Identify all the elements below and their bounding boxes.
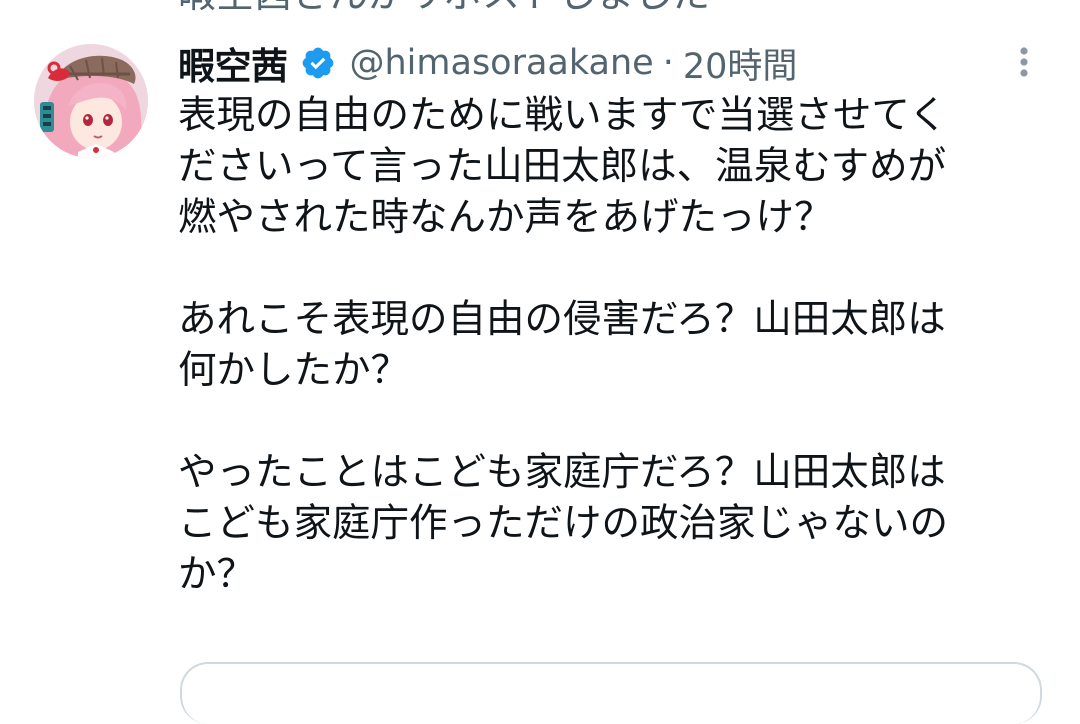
repost-banner[interactable]: 暇空茜さんがリポストしました bbox=[178, 0, 710, 14]
tweet-text-line: か？ bbox=[178, 552, 256, 597]
tweet-text-line: あれこそ表現の自由の侵害だろ？山田太郎は bbox=[178, 297, 946, 342]
avatar-image bbox=[34, 44, 148, 158]
tweet-text-line: 燃やされた時なんか声をあげたっけ？ bbox=[178, 195, 833, 240]
tweet-text-blank-line bbox=[178, 396, 1038, 447]
display-name[interactable]: 暇空茜 bbox=[178, 36, 288, 90]
more-vertical-icon[interactable] bbox=[1012, 44, 1036, 80]
tweet-text-line: こども家庭庁作っただけの政治家じゃないの bbox=[178, 501, 949, 546]
user-handle[interactable]: @himasoraakane bbox=[350, 43, 654, 83]
tweet-header: 暇空茜 @himasoraakane · 20時間 bbox=[178, 38, 797, 88]
verified-badge-icon[interactable] bbox=[300, 45, 336, 81]
timestamp[interactable]: 20時間 bbox=[683, 38, 798, 89]
tweet-text-line: ださいって言った山田太郎は、温泉むすめが bbox=[178, 144, 947, 189]
tweet-text-line: 何かしたか？ bbox=[178, 348, 410, 393]
tweet-text: 表現の自由のために戦いますで当選させてく ださいって言った山田太郎は、温泉むすめ… bbox=[178, 90, 1038, 600]
tweet-text-line: やったことはこども家庭庁だろ？山田太郎は bbox=[178, 450, 946, 495]
separator-dot: · bbox=[662, 43, 674, 83]
avatar[interactable] bbox=[34, 44, 148, 158]
quoted-card-border[interactable] bbox=[180, 662, 1042, 724]
tweet-text-blank-line bbox=[178, 243, 1038, 294]
tweet-text-line: 表現の自由のために戦いますで当選させてく bbox=[178, 93, 948, 138]
